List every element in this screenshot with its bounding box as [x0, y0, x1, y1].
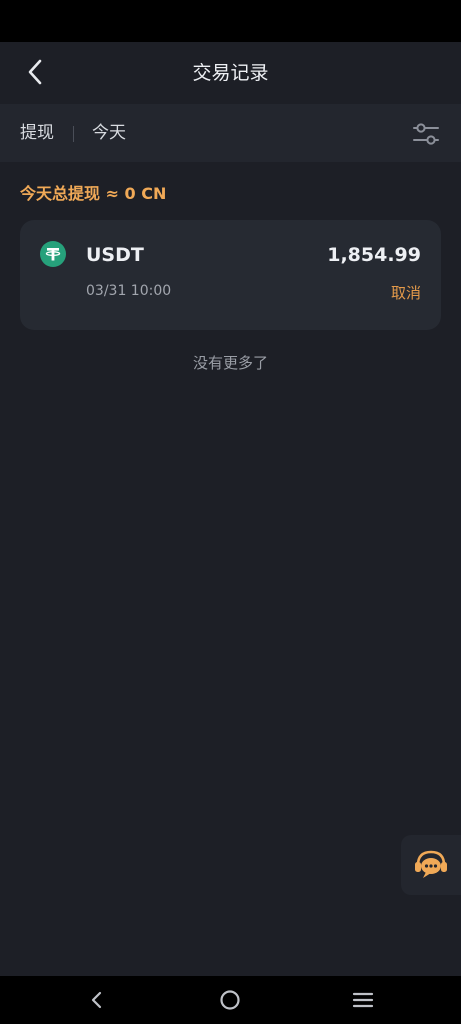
system-nav-bar	[0, 976, 461, 1024]
header: 交易记录	[0, 42, 461, 104]
nav-home-icon	[220, 990, 240, 1010]
tether-icon	[40, 241, 66, 267]
list-end-text: 没有更多了	[192, 354, 268, 372]
nav-back-icon	[91, 991, 102, 1009]
filter-date-dropdown[interactable]: 今天	[92, 104, 126, 162]
status-bar	[0, 0, 461, 42]
nav-menu-icon	[352, 992, 374, 1008]
customer-service-button[interactable]	[401, 835, 461, 895]
filter-settings-button[interactable]	[412, 121, 440, 147]
customer-service-icon	[415, 850, 447, 878]
page-title: 交易记录	[192, 62, 269, 84]
nav-menu-button[interactable]	[348, 986, 378, 1014]
transaction-amount: 1,854.99	[327, 244, 421, 266]
filter-type-dropdown[interactable]: 提现	[20, 104, 54, 162]
filter-bar: 提现 今天	[0, 104, 461, 162]
transaction-time: 03/31 10:00	[86, 283, 172, 299]
transaction-card[interactable]: USDT 1,854.99 03/31 10:00 取消	[20, 220, 441, 330]
nav-back-button[interactable]	[82, 986, 112, 1014]
coin-name: USDT	[86, 244, 144, 266]
withdrawal-summary: 今天总提现 ≈ 0 CN	[20, 184, 167, 203]
nav-home-button[interactable]	[215, 986, 245, 1014]
transaction-status: 取消	[390, 284, 421, 302]
filter-divider	[73, 126, 74, 142]
sliders-icon	[413, 123, 439, 145]
